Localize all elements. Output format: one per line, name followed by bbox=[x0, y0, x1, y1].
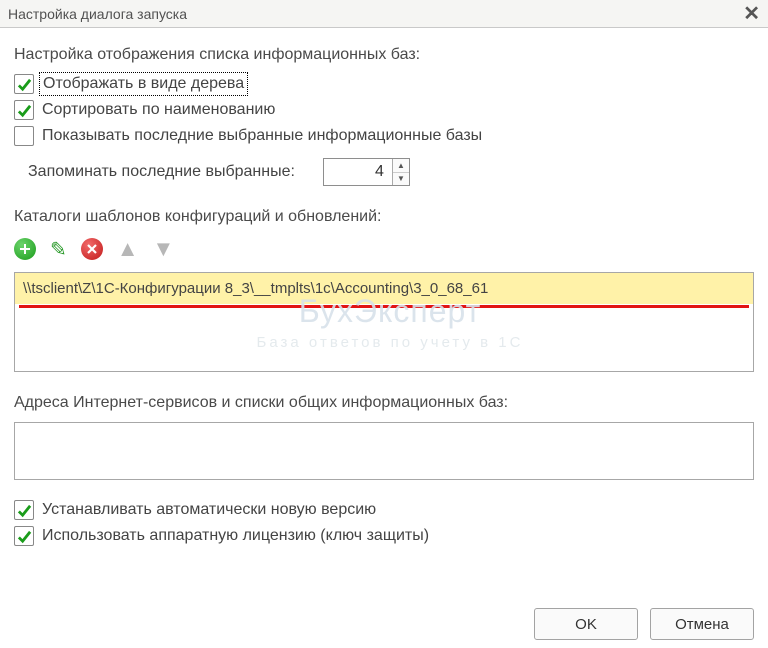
internet-listbox[interactable] bbox=[14, 422, 754, 480]
label-hw-license: Использовать аппаратную лицензию (ключ з… bbox=[42, 527, 429, 545]
label-auto-update: Устанавливать автоматически новую версию bbox=[42, 501, 376, 519]
spinner-down-icon[interactable]: ▼ bbox=[393, 173, 409, 186]
label-show-recent: Показывать последние выбранные информаци… bbox=[42, 127, 482, 145]
edit-button[interactable]: ✎ bbox=[50, 237, 67, 262]
highlight-underline bbox=[19, 305, 749, 308]
close-icon[interactable]: ✕ bbox=[743, 4, 760, 24]
remember-input[interactable] bbox=[324, 159, 392, 185]
delete-button[interactable] bbox=[81, 238, 103, 260]
add-button[interactable] bbox=[14, 238, 36, 260]
templates-listbox[interactable]: \\tsclient\Z\1С-Конфигурации 8_3\__tmplt… bbox=[14, 272, 754, 372]
templates-heading: Каталоги шаблонов конфигураций и обновле… bbox=[14, 208, 754, 226]
checkbox-sort-name[interactable] bbox=[14, 100, 34, 120]
checkbox-hw-license[interactable] bbox=[14, 526, 34, 546]
checkbox-tree-view[interactable] bbox=[14, 74, 34, 94]
label-sort-name: Сортировать по наименованию bbox=[42, 101, 275, 119]
checkbox-show-recent[interactable] bbox=[14, 126, 34, 146]
internet-heading: Адреса Интернет-сервисов и списки общих … bbox=[14, 394, 754, 412]
display-heading: Настройка отображения списка информацион… bbox=[14, 46, 754, 64]
cancel-button[interactable]: Отмена bbox=[650, 608, 754, 640]
remember-spinner[interactable]: ▲ ▼ bbox=[323, 158, 410, 186]
move-down-button: ▼ bbox=[153, 236, 175, 262]
checkbox-auto-update[interactable] bbox=[14, 500, 34, 520]
window-title: Настройка диалога запуска bbox=[8, 6, 187, 22]
label-remember: Запоминать последние выбранные: bbox=[28, 163, 295, 181]
templates-toolbar: ✎ ▲ ▼ bbox=[14, 236, 754, 262]
list-item[interactable]: \\tsclient\Z\1С-Конфигурации 8_3\__tmplt… bbox=[15, 273, 753, 304]
titlebar: Настройка диалога запуска ✕ bbox=[0, 0, 768, 28]
spinner-up-icon[interactable]: ▲ bbox=[393, 159, 409, 173]
label-tree-view: Отображать в виде дерева bbox=[42, 75, 245, 93]
move-up-button: ▲ bbox=[117, 236, 139, 262]
ok-button[interactable]: OK bbox=[534, 608, 638, 640]
